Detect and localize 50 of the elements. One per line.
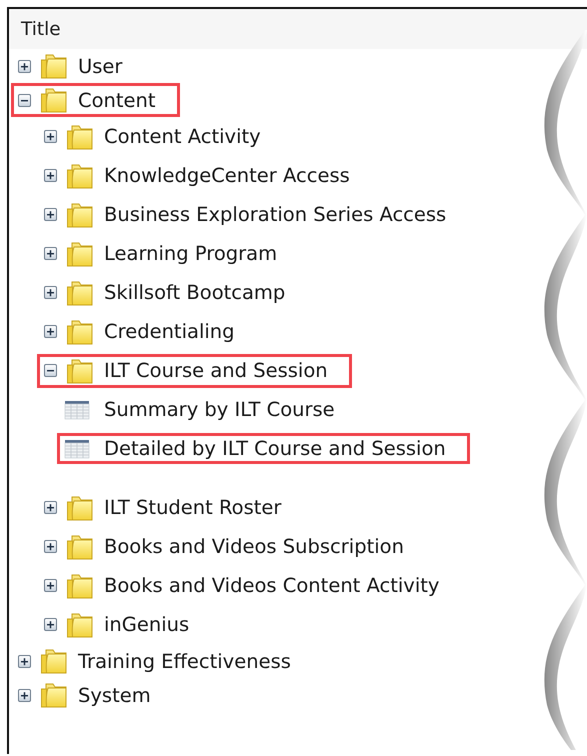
folder-icon: [66, 494, 94, 520]
folder-icon: [66, 280, 94, 306]
folder-label[interactable]: Credentialing: [104, 320, 235, 343]
folder-label[interactable]: Skillsoft Bootcamp: [104, 281, 286, 304]
expand-icon[interactable]: [44, 130, 57, 143]
folder-label[interactable]: Training Effectiveness: [78, 650, 291, 672]
folder-icon: [40, 87, 68, 113]
expand-icon[interactable]: [44, 579, 57, 592]
folder-icon: [40, 53, 68, 79]
expand-icon[interactable]: [44, 169, 57, 182]
expand-icon[interactable]: [18, 688, 31, 702]
report-label[interactable]: Summary by ILT Course: [104, 398, 335, 421]
expand-icon[interactable]: [44, 501, 57, 514]
expand-icon[interactable]: [44, 208, 57, 221]
expand-icon[interactable]: [44, 325, 57, 338]
table-report-icon: [64, 438, 90, 458]
folder-icon: [66, 358, 94, 384]
expand-icon[interactable]: [44, 286, 57, 299]
expand-icon[interactable]: [44, 540, 57, 553]
folder-label[interactable]: Books and Videos Content Activity: [104, 574, 440, 597]
folder-icon: [66, 534, 94, 560]
folder-icon: [40, 648, 68, 674]
folder-label[interactable]: inGenius: [104, 613, 190, 636]
folder-icon: [66, 318, 94, 344]
expand-icon[interactable]: [44, 618, 57, 631]
folder-icon: [66, 162, 94, 188]
folder-icon: [66, 202, 94, 228]
folder-icon: [66, 124, 94, 150]
folder-icon: [66, 240, 94, 266]
folder-label[interactable]: Learning Program: [104, 242, 278, 265]
collapse-icon[interactable]: [18, 94, 31, 106]
folder-label[interactable]: Content Activity: [104, 125, 261, 148]
folder-icon: [40, 682, 68, 708]
expand-icon[interactable]: [44, 247, 57, 260]
column-title: Title: [21, 18, 61, 40]
folder-label[interactable]: Business Exploration Series Access: [104, 203, 446, 226]
table-report-icon: [64, 400, 90, 420]
folder-label[interactable]: ILT Course and Session: [104, 359, 328, 382]
collapse-icon[interactable]: [44, 364, 57, 377]
folder-icon: [66, 572, 94, 598]
folder-label[interactable]: ILT Student Roster: [104, 496, 282, 519]
folder-icon: [66, 612, 94, 638]
folder-label[interactable]: System: [78, 684, 151, 706]
expand-icon[interactable]: [18, 60, 31, 72]
expand-icon[interactable]: [18, 654, 31, 668]
report-label[interactable]: Detailed by ILT Course and Session: [104, 437, 446, 460]
folder-label[interactable]: KnowledgeCenter Access: [104, 164, 350, 187]
folder-label[interactable]: Content: [78, 88, 156, 112]
folder-label[interactable]: User: [78, 54, 122, 78]
folder-label[interactable]: Books and Videos Subscription: [104, 535, 404, 558]
